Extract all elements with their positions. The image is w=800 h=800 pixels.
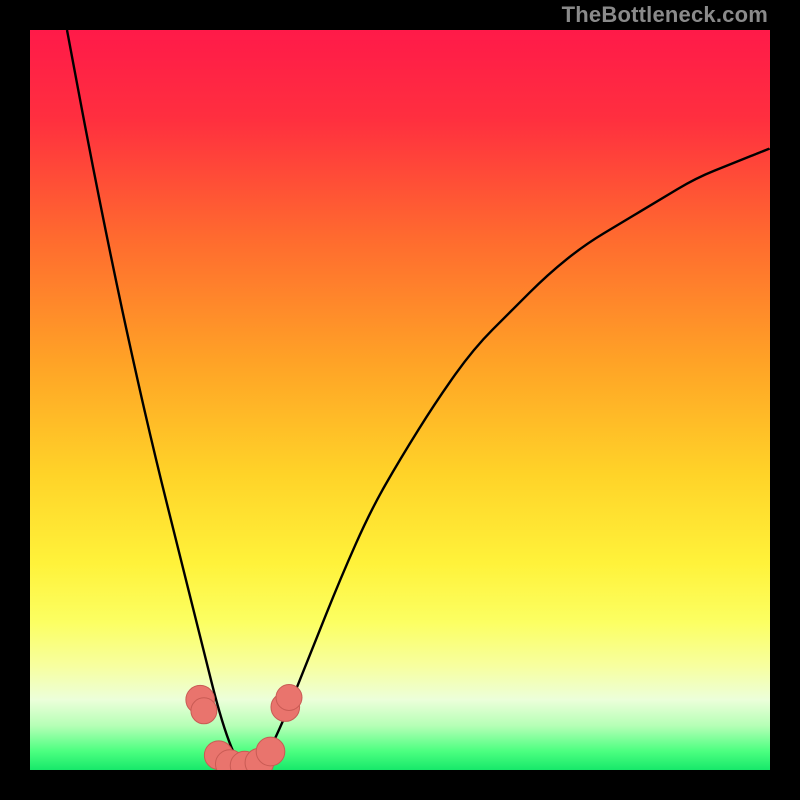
bottleneck-curve	[67, 30, 770, 770]
curve-layer	[30, 30, 770, 770]
plot-area	[30, 30, 770, 770]
outer-frame: TheBottleneck.com	[0, 0, 800, 800]
watermark-text: TheBottleneck.com	[562, 2, 768, 28]
marker-dot	[191, 698, 217, 724]
marker-dot	[256, 737, 285, 766]
marker-dot	[276, 684, 302, 710]
curve-markers	[186, 684, 302, 770]
